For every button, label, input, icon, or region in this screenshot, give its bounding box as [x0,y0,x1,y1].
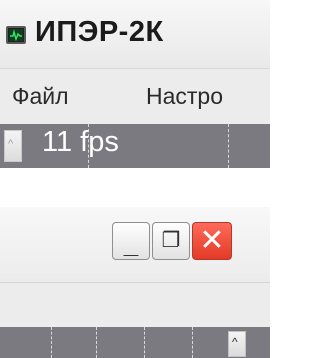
minimize-button[interactable]: _ [112,222,150,260]
close-button[interactable]: ✕ [192,222,232,260]
grid-line [96,327,97,358]
menu-bar: Файл Настро [0,69,270,124]
plot-area-bottom: ^ [0,327,270,358]
close-icon: ✕ [199,224,225,257]
minimize-icon: _ [123,229,139,259]
fps-readout: 11 fps [42,126,119,158]
title-bar: ИПЭР-2К [0,0,270,69]
app-icon[interactable] [6,26,26,44]
scroll-up-button-left[interactable]: ^ [4,130,22,162]
grid-line [144,327,145,358]
maximize-button[interactable]: ❐ [152,222,190,260]
scroll-up-icon: ^ [8,138,14,150]
window-top-right-region: _ ❐ ✕ ^ [0,207,270,358]
plot-area-top: ^ 11 fps [0,124,270,168]
maximize-icon: ❐ [161,229,181,252]
grid-line [228,124,229,168]
app-icon-waveform [9,29,23,41]
grid-line [192,327,193,358]
window-title: ИПЭР-2К [35,16,164,48]
scroll-up-icon: ^ [232,335,238,349]
scroll-up-button-right[interactable]: ^ [228,331,246,357]
title-bar-right: _ ❐ ✕ [0,207,270,283]
menu-bar-right [0,283,270,327]
grid-line [51,327,52,358]
menu-settings[interactable]: Настро [146,83,223,110]
menu-file[interactable]: Файл [12,83,69,110]
window-top-left-region: ИПЭР-2К Файл Настро ^ 11 fps [0,0,270,168]
